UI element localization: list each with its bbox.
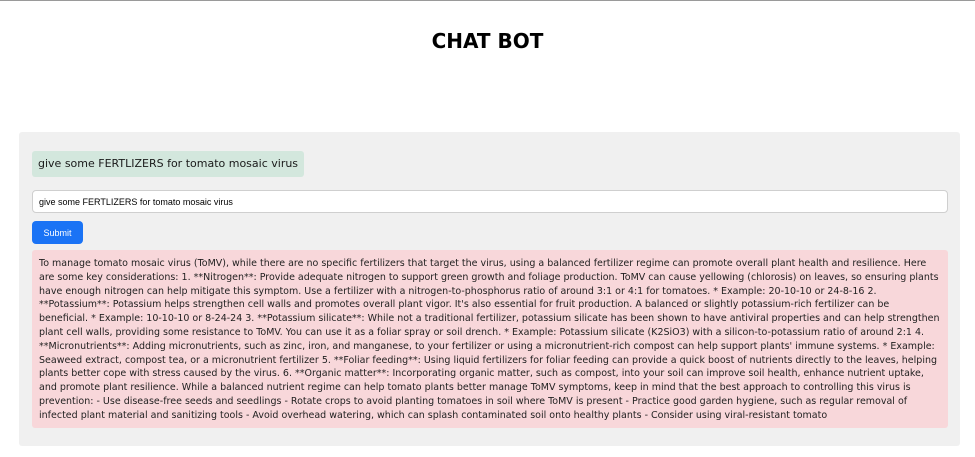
submit-button[interactable]: Submit — [32, 221, 83, 244]
chat-panel: give some FERTLIZERS for tomato mosaic v… — [19, 132, 960, 446]
bot-response-bubble: To manage tomato mosaic virus (ToMV), wh… — [32, 250, 948, 428]
message-input[interactable] — [32, 190, 948, 213]
user-message-bubble: give some FERTLIZERS for tomato mosaic v… — [32, 151, 305, 177]
page-title: CHAT BOT — [431, 29, 544, 53]
